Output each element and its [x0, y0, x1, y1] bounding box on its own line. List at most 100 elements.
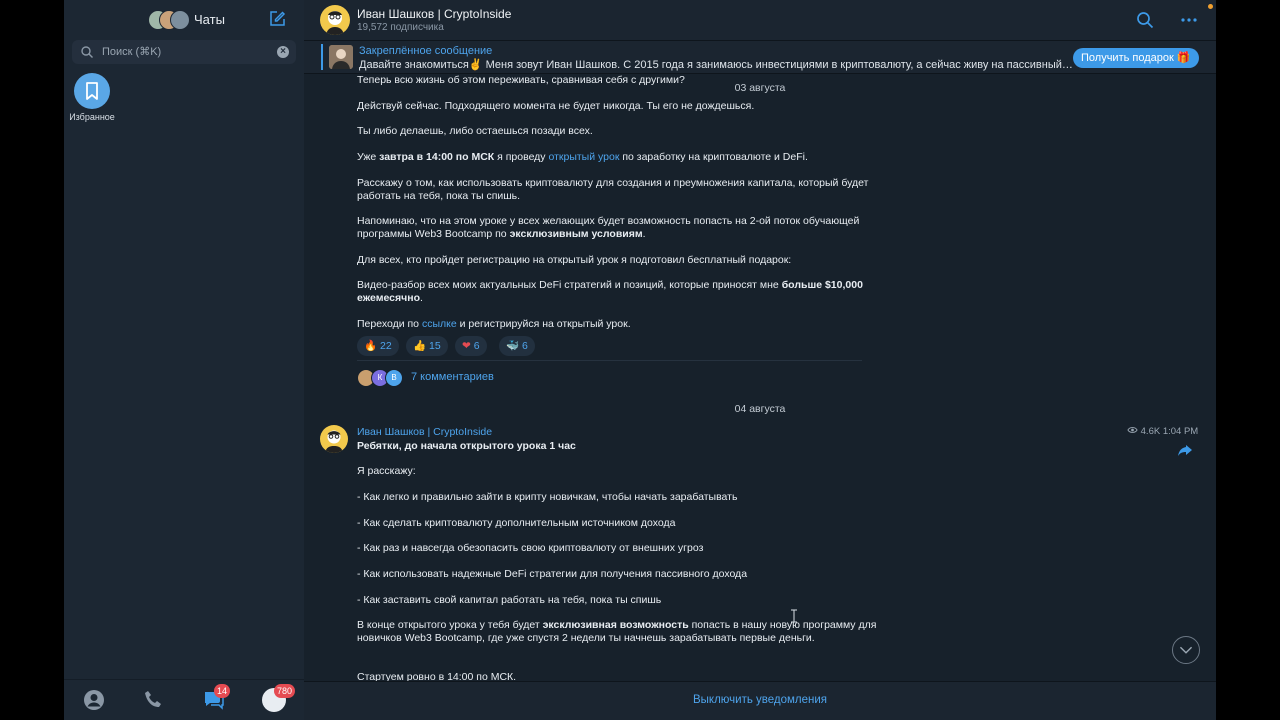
search-input[interactable] — [102, 40, 272, 64]
thumbs-up-icon: 👍 — [413, 340, 427, 352]
text-fragment: В конце открытого урока у тебя будет — [357, 619, 543, 631]
profile-badge: 780 — [274, 684, 296, 698]
view-count: 4.6K — [1140, 426, 1161, 437]
channel-avatar[interactable] — [320, 5, 350, 35]
message-feed[interactable]: Теперь всю жизнь об этом переживать, сра… — [304, 74, 1216, 682]
pinned-text: Давайте знакомиться✌️ Меня зовут Иван Ша… — [359, 59, 1073, 71]
list-item: - Как заставить свой капитал работать на… — [357, 594, 662, 606]
message-text: Напоминаю, что на этом уроке у всех жела… — [357, 215, 877, 241]
bold-fragment: эксклюзивная возможность — [542, 619, 689, 631]
text-cursor-icon — [790, 609, 798, 623]
channel-title[interactable]: Иван Шашков | CryptoInside — [357, 7, 511, 21]
text-fragment: Видео-разбор всех моих актуальных DeFi с… — [357, 279, 782, 291]
reaction-whale[interactable]: 🐳 6 — [499, 336, 535, 356]
whale-icon: 🐳 — [506, 340, 520, 352]
pinned-title: Закреплённое сообщение — [359, 45, 493, 57]
favorites-avatar[interactable] — [74, 73, 110, 109]
message-headline: Ребятки, до начала открытого урока 1 час — [357, 440, 877, 453]
text-fragment: . — [420, 292, 423, 304]
bookmark-icon — [86, 82, 98, 100]
comments-count: 7 комментариев — [411, 371, 494, 383]
reaction-count: 15 — [429, 340, 441, 352]
reaction-count: 6 — [522, 340, 528, 352]
reaction-count: 6 — [473, 340, 480, 352]
telegram-window: Чаты × Избранное 14 — [64, 0, 1216, 720]
channel-footer: Выключить уведомления — [304, 681, 1216, 720]
reaction-heart[interactable]: ❤ 6 — [455, 336, 487, 356]
chat-header: Иван Шашков | CryptoInside 19,572 подпис… — [304, 0, 1216, 41]
get-gift-button[interactable]: Получить подарок 🎁 — [1073, 48, 1199, 68]
bold-fragment: Ребятки, до начала открытого урока 1 час — [357, 440, 576, 452]
list-item: - Как легко и правильно зайти в крипту н… — [357, 491, 738, 503]
reaction-count: 22 — [380, 340, 392, 352]
mute-notifications-button[interactable]: Выключить уведомления — [304, 694, 1216, 706]
search-icon — [80, 45, 94, 59]
channel-avatar-illustration — [326, 11, 344, 35]
search-box: × — [72, 40, 296, 64]
sidebar-header: Чаты — [64, 8, 304, 32]
message-text: Переходи по ссылке и регистрируйся на от… — [357, 318, 877, 331]
author-avatar-illustration — [325, 430, 343, 453]
chevron-down-icon — [1179, 646, 1193, 654]
text-fragment: Переходи по — [357, 318, 422, 330]
text-fragment: по заработку на криптовалюте и DeFi. — [619, 151, 808, 163]
account-avatars[interactable] — [148, 10, 190, 30]
recording-indicator — [1208, 4, 1213, 9]
fire-icon: 🔥 — [364, 340, 378, 352]
message-text: Расскажу о том, как использовать криптов… — [357, 177, 869, 202]
reaction-fire[interactable]: 🔥 22 — [357, 336, 399, 356]
bottom-tabbar: 14 780 — [64, 679, 304, 720]
calls-tab[interactable] — [142, 688, 166, 712]
list-item: - Как использовать надежные DeFi стратег… — [357, 568, 748, 580]
eye-icon — [1127, 427, 1138, 433]
scroll-down-button[interactable] — [1172, 636, 1200, 664]
chats-tab[interactable]: 14 — [202, 684, 231, 712]
avatar: В — [385, 369, 403, 387]
message-text: Для всех, кто пройдет регистрацию на отк… — [357, 254, 792, 266]
reaction-thumbs-up[interactable]: 👍 15 — [406, 336, 448, 356]
registration-link[interactable]: ссылке — [422, 318, 457, 330]
clear-icon[interactable]: × — [277, 46, 289, 58]
text-fragment: и регистрируйся на открытый урок. — [456, 318, 631, 330]
chats-badge: 14 — [214, 684, 231, 698]
avatar — [170, 10, 190, 30]
sidebar-title: Чаты — [194, 12, 225, 27]
text-fragment: Уже — [357, 151, 380, 163]
list-item: - Как раз и навсегда обезопасить свою кр… — [357, 542, 704, 554]
message-text: Действуй сейчас. Подходящего момента не … — [357, 100, 755, 112]
message-text: Уже завтра в 14:00 по МСК я проведу откр… — [357, 151, 877, 164]
message-text: Ты либо делаешь, либо остаешься позади в… — [357, 125, 593, 137]
heart-icon: ❤ — [462, 340, 471, 352]
bold-fragment: эксклюзивным условиям — [509, 228, 643, 240]
pinned-indicator — [321, 44, 323, 70]
pinned-thumbnail — [329, 45, 353, 69]
bold-fragment: завтра в 14:00 по МСК — [379, 151, 495, 163]
subscriber-count: 19,572 подписчика — [357, 22, 444, 33]
text-fragment: . — [642, 228, 646, 240]
chat-area: Иван Шашков | CryptoInside 19,572 подпис… — [304, 0, 1216, 720]
phone-icon — [145, 691, 161, 707]
favorites-label: Избранное — [69, 112, 115, 122]
search-icon[interactable] — [1136, 11, 1154, 29]
message-text: Я расскажу: — [357, 465, 416, 477]
date-separator: 04 августа — [734, 403, 786, 415]
compose-icon[interactable] — [268, 10, 286, 28]
divider — [357, 360, 862, 361]
list-item: - Как сделать криптовалюту дополнительны… — [357, 517, 676, 529]
message-text: В конце открытого урока у тебя будет экс… — [357, 619, 877, 645]
more-icon[interactable] — [1180, 11, 1198, 29]
contacts-tab[interactable] — [82, 688, 106, 712]
message-text: Видео-разбор всех моих актуальных DeFi с… — [357, 279, 877, 305]
open-lesson-link[interactable]: открытый урок — [548, 151, 619, 163]
person-icon — [84, 690, 104, 710]
message-meta: 4.6K 1:04 PM — [1127, 426, 1198, 437]
profile-tab[interactable]: 780 — [262, 684, 296, 712]
date-separator: 03 августа — [734, 82, 786, 94]
pinned-message[interactable]: Закреплённое сообщение Давайте знакомить… — [304, 41, 1216, 74]
author-name[interactable]: Иван Шашков | CryptoInside — [357, 426, 492, 438]
share-icon[interactable] — [1177, 442, 1193, 458]
text-fragment: я проведу — [494, 151, 549, 163]
sidebar: Чаты × Избранное 14 — [64, 0, 305, 720]
author-avatar[interactable] — [320, 425, 348, 453]
message-time: 1:04 PM — [1162, 426, 1199, 437]
